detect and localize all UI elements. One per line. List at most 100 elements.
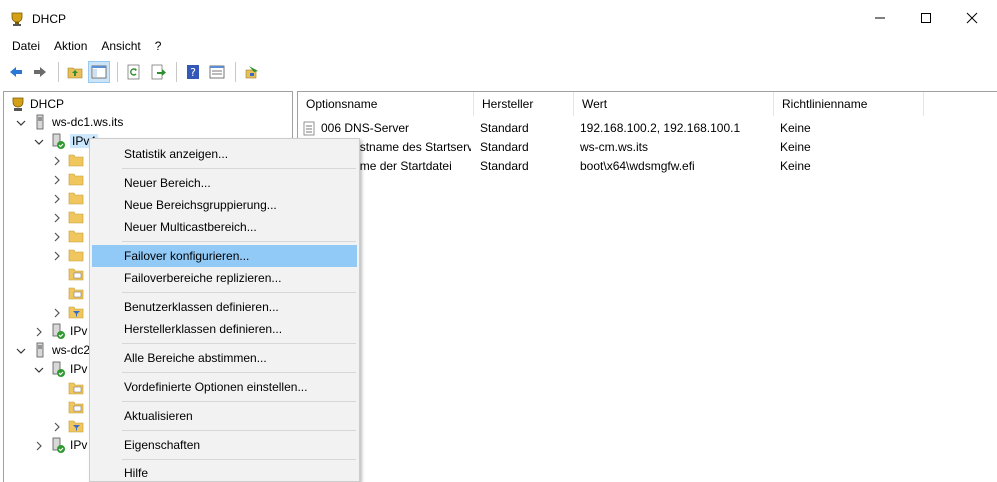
menu-item-bereichsgruppierung[interactable]: Neue Bereichsgruppierung... xyxy=(92,194,357,216)
tree-item-folder[interactable] xyxy=(52,207,88,226)
refresh-button[interactable] xyxy=(123,61,145,83)
menu-aktion[interactable]: Aktion xyxy=(47,36,94,57)
close-button[interactable] xyxy=(949,0,995,36)
list-item[interactable]: 066 Hostname des Startservers Standard w… xyxy=(298,138,997,157)
tree-item-folder[interactable] xyxy=(52,169,88,188)
filter-icon xyxy=(68,304,84,320)
tree-item-server-options[interactable] xyxy=(68,283,88,302)
tree-item-options[interactable] xyxy=(68,378,88,397)
properties-icon xyxy=(209,65,225,79)
folder-icon xyxy=(68,190,84,206)
help-button[interactable]: ? xyxy=(182,61,204,83)
menu-item-herstellerklassen[interactable]: Herstellerklassen definieren... xyxy=(92,318,357,340)
chevron-down-icon[interactable] xyxy=(34,136,44,146)
chevron-down-icon[interactable] xyxy=(16,117,26,127)
folder-icon xyxy=(68,209,84,225)
tree-item-filters[interactable] xyxy=(52,302,88,321)
cell-optionsname: 006 DNS-Server xyxy=(321,121,410,135)
export-icon xyxy=(151,64,166,80)
up-folder-button[interactable] xyxy=(64,61,86,83)
menu-item-hilfe[interactable]: Hilfe xyxy=(92,462,357,482)
options-icon xyxy=(68,266,84,282)
back-button[interactable] xyxy=(5,61,27,83)
up-folder-icon xyxy=(67,67,83,79)
chevron-right-icon[interactable] xyxy=(52,212,62,222)
list-item[interactable]: 067 Name der Startdatei Standard boot\x6… xyxy=(298,157,997,176)
tree-label: ws-dc1.ws.its xyxy=(52,114,124,129)
tree-item-folder[interactable] xyxy=(52,245,88,264)
menu-item-statistik[interactable]: Statistik anzeigen... xyxy=(92,143,357,165)
menu-separator xyxy=(122,430,356,431)
tree-item-filters[interactable] xyxy=(52,416,88,435)
menu-item-multicastbereich[interactable]: Neuer Multicastbereich... xyxy=(92,216,357,238)
column-header-optionsname[interactable]: Optionsname xyxy=(298,92,474,116)
menu-separator xyxy=(122,459,356,460)
chevron-right-icon[interactable] xyxy=(52,307,62,317)
show-hide-tree-icon xyxy=(91,65,107,79)
tree-label: IPv xyxy=(70,323,88,338)
options-list[interactable]: Optionsname Hersteller Wert Richtlinienn… xyxy=(297,91,997,482)
tree-item-folder[interactable] xyxy=(52,226,88,245)
column-header-richtlinienname[interactable]: Richtlinienname xyxy=(774,92,924,116)
show-hide-tree-button[interactable] xyxy=(88,61,110,83)
chevron-right-icon[interactable] xyxy=(52,193,62,203)
toolbar-separator xyxy=(58,62,59,82)
chevron-right-icon[interactable] xyxy=(52,231,62,241)
ipv6-status-icon xyxy=(50,323,66,339)
dhcp-options-button[interactable] xyxy=(241,61,263,83)
list-item[interactable]: 006 DNS-Server Standard 192.168.100.2, 1… xyxy=(298,119,997,138)
maximize-button[interactable] xyxy=(903,0,949,36)
tree-item-server-options[interactable] xyxy=(68,397,88,416)
menu-item-benutzerklassen[interactable]: Benutzerklassen definieren... xyxy=(92,296,357,318)
cell-hersteller: Standard xyxy=(480,121,529,135)
folder-icon xyxy=(68,152,84,168)
menu-item-aktualisieren[interactable]: Aktualisieren xyxy=(92,405,357,427)
properties-button[interactable] xyxy=(206,61,228,83)
chevron-right-icon[interactable] xyxy=(52,155,62,165)
menu-item-failover-replizieren[interactable]: Failoverbereiche replizieren... xyxy=(92,267,357,289)
tree-item-ipv4-server2[interactable]: IPv xyxy=(34,359,87,378)
menu-item-bereiche-abstimmen[interactable]: Alle Bereiche abstimmen... xyxy=(92,347,357,369)
menu-help[interactable]: ? xyxy=(148,36,169,57)
menu-datei[interactable]: Datei xyxy=(5,36,47,57)
menu-separator xyxy=(122,292,356,293)
cell-wert: 192.168.100.2, 192.168.100.1 xyxy=(580,121,741,135)
tree-item-options[interactable] xyxy=(68,264,88,283)
ipv4-status-icon xyxy=(50,361,66,377)
tree-item-ipv6-server2[interactable]: IPv xyxy=(34,435,87,454)
column-header-hersteller[interactable]: Hersteller xyxy=(474,92,574,116)
chevron-down-icon[interactable] xyxy=(16,345,26,355)
tree-label: IPv xyxy=(70,437,88,452)
menu-separator xyxy=(122,241,356,242)
export-button[interactable] xyxy=(147,61,169,83)
chevron-right-icon[interactable] xyxy=(34,440,44,450)
chevron-right-icon[interactable] xyxy=(52,421,62,431)
cell-richtlinienname: Keine xyxy=(780,121,811,135)
menu-item-failover-konfigurieren[interactable]: Failover konfigurieren... xyxy=(92,245,357,267)
tree-item-ipv6[interactable]: IPv xyxy=(34,321,87,340)
tree-item-server1[interactable]: ws-dc1.ws.its xyxy=(16,112,123,131)
menu-item-neuer-bereich[interactable]: Neuer Bereich... xyxy=(92,172,357,194)
cell-richtlinienname: Keine xyxy=(780,140,811,154)
cell-wert: boot\x64\wdsmgfw.efi xyxy=(580,159,695,173)
tree-item-folder[interactable] xyxy=(52,150,88,169)
menu-separator xyxy=(122,168,356,169)
chevron-right-icon[interactable] xyxy=(52,174,62,184)
menu-ansicht[interactable]: Ansicht xyxy=(94,36,147,57)
forward-button[interactable] xyxy=(29,61,51,83)
tree-item-dhcp-root[interactable]: DHCP xyxy=(10,94,64,113)
tree-label: DHCP xyxy=(30,96,65,111)
chevron-right-icon[interactable] xyxy=(34,326,44,336)
toolbar: ? xyxy=(0,58,997,86)
minimize-button[interactable] xyxy=(857,0,903,36)
tree-item-folder[interactable] xyxy=(52,188,88,207)
ipv6-status-icon xyxy=(50,437,66,453)
menu-item-eigenschaften[interactable]: Eigenschaften xyxy=(92,434,357,456)
window-title: DHCP xyxy=(32,12,67,26)
tree-item-server2[interactable]: ws-dc2 xyxy=(16,340,90,359)
menu-item-vordefinierte-optionen[interactable]: Vordefinierte Optionen einstellen... xyxy=(92,376,357,398)
chevron-right-icon[interactable] xyxy=(52,250,62,260)
cell-hersteller: Standard xyxy=(480,140,529,154)
column-header-wert[interactable]: Wert xyxy=(574,92,774,116)
chevron-down-icon[interactable] xyxy=(34,364,44,374)
